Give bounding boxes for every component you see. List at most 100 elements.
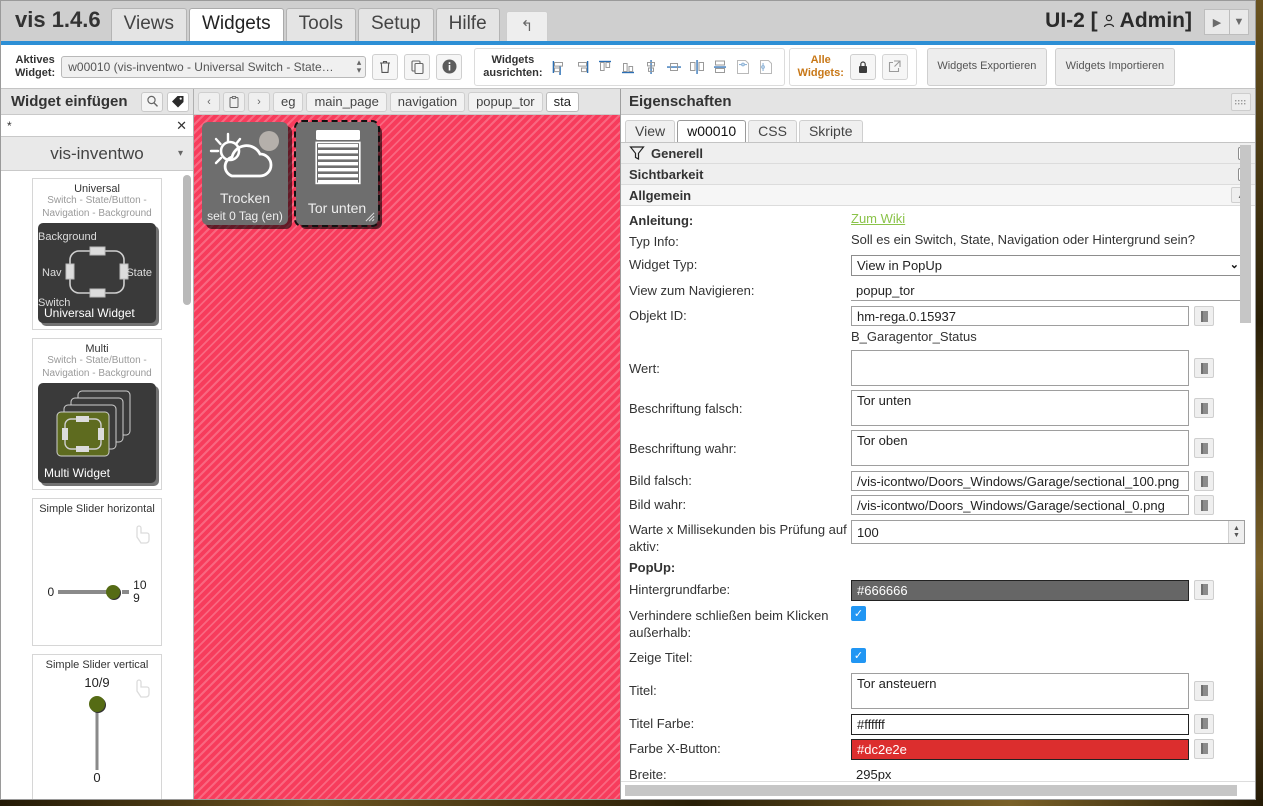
view-nav-input[interactable]: popup_tor <box>851 281 1245 301</box>
distribute-vertical-icon[interactable] <box>710 56 730 78</box>
breadcrumb-item-popup-tor[interactable]: popup_tor <box>468 92 543 112</box>
menu-item-views[interactable]: Views <box>111 8 187 41</box>
beschriftung-falsch-textarea[interactable] <box>851 390 1189 426</box>
wert-textarea[interactable] <box>851 350 1189 386</box>
active-widget-select[interactable]: w00010 (vis-inventwo - Universal Switch … <box>61 56 366 78</box>
copy-widget-button[interactable] <box>404 54 430 80</box>
objekt-id-picker-button[interactable] <box>1194 306 1214 326</box>
bild-falsch-picker-button[interactable] <box>1194 471 1214 491</box>
menu-item-setup[interactable]: Setup <box>358 8 434 41</box>
picker-icon <box>1201 685 1208 696</box>
widget-typ-select[interactable]: View in PopUp ⌄ <box>851 255 1245 276</box>
widget-info-button[interactable] <box>436 54 462 80</box>
beschriftung-falsch-picker-button[interactable] <box>1194 398 1214 418</box>
slider-vertical-bottom-label: 0 <box>33 770 161 785</box>
canvas-widget-tor-unten[interactable]: Tor unten <box>296 122 378 225</box>
close-icon[interactable]: ✕ <box>176 118 187 134</box>
breadcrumb-item-navigation[interactable]: navigation <box>390 92 465 112</box>
align-center-horizontal-icon[interactable] <box>664 56 684 78</box>
properties-horizontal-scrollbar[interactable] <box>625 785 1237 796</box>
menu-item-tools[interactable]: Tools <box>286 8 356 41</box>
list-item[interactable]: Simple Slider vertical 10/9 0 <box>32 654 162 799</box>
distribute-horizontal-icon[interactable] <box>687 56 707 78</box>
titel-textarea[interactable] <box>851 673 1189 709</box>
tab-w00010[interactable]: w00010 <box>677 120 746 142</box>
slider-vertical-control[interactable] <box>33 690 161 770</box>
wiki-link[interactable]: Zum Wiki <box>851 211 905 226</box>
widget-search-button[interactable] <box>141 92 163 112</box>
tab-view[interactable]: View <box>625 120 675 142</box>
titel-farbe-color-input[interactable]: #ffffff <box>851 714 1189 735</box>
breadcrumb-item-main-page[interactable]: main_page <box>306 92 386 112</box>
list-item[interactable]: Multi Switch - State/Button - Navigation… <box>32 338 162 490</box>
window-title: UI-2 [ Admin] <box>1045 9 1204 41</box>
spinner-arrows-icon[interactable]: ▲▼ <box>1228 521 1244 543</box>
beschriftung-wahr-textarea[interactable] <box>851 430 1189 466</box>
field-label: Titel Farbe: <box>629 714 851 733</box>
widget-set-selector[interactable]: vis-inventwo ▾ <box>1 137 193 171</box>
undo-icon[interactable]: ↰ <box>506 11 549 41</box>
grip-icon[interactable] <box>1231 93 1251 111</box>
beschriftung-wahr-picker-button[interactable] <box>1194 438 1214 458</box>
page-height-icon[interactable] <box>756 56 776 78</box>
export-widgets-button[interactable]: Widgets Exportieren <box>927 48 1047 86</box>
titel-farbe-picker-button[interactable] <box>1194 714 1214 734</box>
hintergrundfarbe-picker-button[interactable] <box>1194 580 1214 600</box>
breadcrumb-clipboard-button[interactable] <box>223 92 245 112</box>
properties-scrollbar[interactable] <box>1240 145 1251 323</box>
delete-widget-button[interactable] <box>372 54 398 80</box>
align-left-icon[interactable] <box>549 56 569 78</box>
align-right-icon[interactable] <box>572 56 592 78</box>
list-item[interactable]: Simple Slider horizontal 0 109 <box>32 498 162 646</box>
section-allgemein[interactable]: Allgemein ▲ <box>621 185 1255 206</box>
objekt-id-input[interactable]: hm-rega.0.15937 <box>851 306 1189 326</box>
breadcrumb-forward-button[interactable]: › <box>248 92 270 112</box>
lock-all-widgets-button[interactable] <box>850 54 876 80</box>
widget-filter-row[interactable]: * ✕ <box>1 115 193 137</box>
titel-picker-button[interactable] <box>1194 681 1214 701</box>
widget-list-scrollbar[interactable] <box>183 175 191 305</box>
page-width-icon[interactable] <box>733 56 753 78</box>
view-canvas[interactable]: Trocken seit 0 Tag (en) <box>194 115 620 799</box>
menu-item-widgets[interactable]: Widgets <box>189 8 284 41</box>
align-center-vertical-icon[interactable] <box>641 56 661 78</box>
play-button[interactable]: ▶ <box>1204 9 1230 35</box>
widget-filter-input[interactable]: * <box>7 119 176 133</box>
section-sichtbarkeit[interactable]: Sichtbarkeit <box>621 164 1255 185</box>
align-bottom-icon[interactable] <box>618 56 638 78</box>
bild-falsch-input[interactable]: /vis-icontwo/Doors_Windows/Garage/sectio… <box>851 471 1189 491</box>
slider-horizontal-control[interactable]: 0 109 <box>33 579 161 604</box>
widget-list[interactable]: Universal Switch - State/Button - Naviga… <box>1 171 193 799</box>
tab-css[interactable]: CSS <box>748 120 797 142</box>
resize-grip-icon[interactable] <box>365 212 375 222</box>
verhindere-schliessen-checkbox[interactable]: ✓ <box>851 606 866 621</box>
tab-skripte[interactable]: Skripte <box>799 120 863 142</box>
breadcrumb-item-sta[interactable]: sta <box>546 92 579 112</box>
slider-handle[interactable] <box>89 696 105 712</box>
field-hintergrundfarbe: Hintergrundfarbe: #666666 <box>621 578 1255 602</box>
breite-input[interactable]: 295px <box>851 765 1245 781</box>
bild-wahr-input[interactable]: /vis-icontwo/Doors_Windows/Garage/sectio… <box>851 495 1189 515</box>
warte-spinner[interactable]: 100 ▲▼ <box>851 520 1245 544</box>
zeige-titel-checkbox[interactable]: ✓ <box>851 648 866 663</box>
menu-item-hilfe[interactable]: Hilfe <box>436 8 500 41</box>
slider-handle[interactable] <box>106 585 120 599</box>
canvas-widget-trocken[interactable]: Trocken seit 0 Tag (en) <box>202 122 288 225</box>
properties-body[interactable]: Generell Sichtbarkeit Allgemein ▲ Anleit… <box>621 143 1255 781</box>
import-widgets-button[interactable]: Widgets Importieren <box>1055 48 1175 86</box>
breadcrumb-item-eg[interactable]: eg <box>273 92 303 112</box>
wert-picker-button[interactable] <box>1194 358 1214 378</box>
list-item[interactable]: Universal Switch - State/Button - Naviga… <box>32 178 162 330</box>
expand-all-widgets-button[interactable] <box>882 54 908 80</box>
farbe-x-button-color-input[interactable]: #dc2e2e <box>851 739 1189 760</box>
field-value: Soll es ein Switch, State, Navigation od… <box>851 232 1195 247</box>
play-dropdown-button[interactable]: ▼ <box>1229 9 1249 35</box>
bild-wahr-picker-button[interactable] <box>1194 495 1214 515</box>
align-top-icon[interactable] <box>595 56 615 78</box>
thumb-label-right: State <box>126 267 152 279</box>
hintergrundfarbe-color-input[interactable]: #666666 <box>851 580 1189 601</box>
widget-tag-button[interactable] <box>167 92 189 112</box>
breadcrumb-back-button[interactable]: ‹ <box>198 92 220 112</box>
farbe-x-button-picker-button[interactable] <box>1194 739 1214 759</box>
section-generell[interactable]: Generell <box>621 143 1255 164</box>
